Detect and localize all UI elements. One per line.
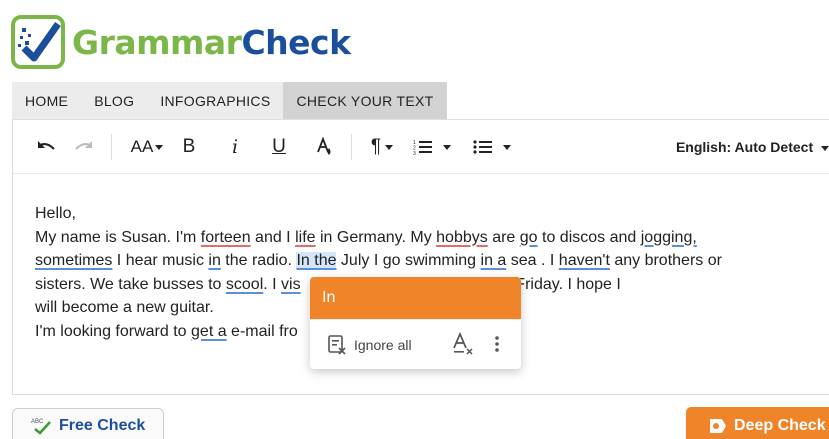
text-span: sisters. We take busses to (35, 275, 226, 293)
italic-button[interactable]: i (223, 132, 247, 162)
text-span: and I (250, 228, 296, 246)
spelling-error[interactable]: hobbys (436, 229, 488, 246)
deep-check-icon (710, 419, 726, 433)
bullet-list-icon (473, 140, 492, 154)
popup-actions: Ignore all (310, 319, 521, 369)
text-span: are (487, 228, 520, 246)
nav-blog[interactable]: BLOG (81, 82, 148, 120)
text-span: to discos and (537, 228, 641, 246)
language-label: English: Auto Detect (675, 139, 814, 155)
more-options-button[interactable] (492, 332, 502, 356)
suggestion-popup: In Ignore all (310, 277, 521, 369)
ignore-all-button[interactable]: Ignore all (328, 333, 412, 357)
text-color-button[interactable] (313, 132, 337, 162)
clear-format-button[interactable] (452, 331, 474, 356)
caret-down-icon (821, 145, 829, 151)
text-span: any brothers or (609, 252, 722, 269)
underline-button[interactable]: U (267, 132, 291, 162)
brand-name: GrammarCheck (72, 23, 351, 62)
text-span: e-mail fro (226, 322, 298, 340)
text-span: in Germany. My (315, 228, 437, 246)
nav-check-your-text[interactable]: CHECK YOUR TEXT (283, 82, 447, 120)
redo-button[interactable] (71, 132, 97, 162)
text-line: My name is Susan. I'm forteen and I life… (35, 226, 825, 250)
ignore-all-label: Ignore all (354, 337, 412, 353)
text-span: the radio. (220, 252, 297, 269)
ignore-icon (328, 335, 346, 355)
caret-down-icon (385, 144, 394, 150)
editor-toolbar: AA B i U ¶ 123 English: Auto Detect (13, 120, 829, 174)
paragraph-icon: ¶ (370, 136, 382, 157)
spellcheck-icon: ABC (31, 419, 51, 435)
grammar-error[interactable]: vis (281, 276, 301, 293)
ordered-list-button[interactable]: 123 (409, 132, 455, 162)
grammar-error[interactable]: jogging, (641, 229, 697, 246)
logo-check-icon (11, 15, 65, 69)
grammar-error[interactable]: get a (191, 323, 227, 340)
toolbar-divider (111, 134, 112, 160)
text-span: My name is Susan. I'm (35, 228, 201, 246)
selected-grammar-error[interactable]: In the (296, 252, 337, 269)
clear-format-icon (453, 331, 473, 355)
free-check-button[interactable]: ABC Free Check (12, 408, 164, 439)
text-line: Hello, (35, 205, 76, 222)
text-span: sea . I (506, 252, 559, 269)
deep-check-label: Deep Check (734, 417, 826, 434)
grammar-error[interactable]: in (208, 252, 220, 269)
font-size-label: AA (130, 137, 154, 156)
italic-label: i (231, 136, 239, 158)
undo-icon (38, 141, 55, 150)
nav-infographics[interactable]: INFOGRAPHICS (147, 82, 284, 120)
nav-home[interactable]: HOME (12, 82, 82, 120)
spelling-error[interactable]: life (295, 229, 315, 246)
text-span: July I go swimming (336, 252, 481, 269)
grammar-error[interactable]: go (520, 229, 538, 246)
text-span: I hear music (112, 252, 209, 269)
language-selector[interactable]: English: Auto Detect (676, 132, 829, 162)
ordered-list-icon: 123 (413, 140, 432, 155)
bold-button[interactable]: B (177, 132, 201, 162)
bullet-list-button[interactable] (469, 132, 515, 162)
text-line: sometimes I hear music in the radio. In … (35, 249, 825, 273)
caret-down-icon (503, 144, 511, 150)
brand-logo[interactable]: GrammarCheck (10, 14, 351, 70)
main-nav: HOME BLOG INFOGRAPHICS CHECK YOUR TEXT (12, 82, 447, 120)
font-size-button[interactable]: AA (127, 132, 167, 162)
toolbar-divider (351, 134, 352, 160)
caret-down-icon (443, 144, 451, 150)
paragraph-button[interactable]: ¶ (365, 132, 399, 162)
svg-text:ABC: ABC (31, 419, 44, 425)
svg-text:3: 3 (413, 151, 416, 155)
brand-name-part2: Check (241, 22, 351, 62)
underline-label: U (272, 136, 286, 157)
spelling-error[interactable]: forteen (201, 229, 251, 246)
grammar-error[interactable]: haven't (559, 252, 610, 269)
brand-name-part1: Grammar (72, 22, 242, 62)
bold-label: B (182, 136, 196, 157)
more-vert-icon (495, 336, 499, 352)
text-span: . I (263, 275, 282, 293)
redo-icon (75, 141, 92, 150)
caret-down-icon (155, 144, 164, 150)
grammar-error[interactable]: in a (481, 252, 507, 269)
free-check-label: Free Check (59, 417, 146, 434)
text-span: I'm looking forward to (35, 322, 192, 340)
undo-button[interactable] (33, 132, 59, 162)
grammar-error[interactable]: sometimes (35, 252, 112, 269)
deep-check-button[interactable]: Deep Check (686, 407, 829, 439)
grammar-error[interactable]: scool (226, 276, 263, 293)
text-color-icon (317, 137, 331, 155)
suggestion-option[interactable]: In (310, 277, 521, 319)
